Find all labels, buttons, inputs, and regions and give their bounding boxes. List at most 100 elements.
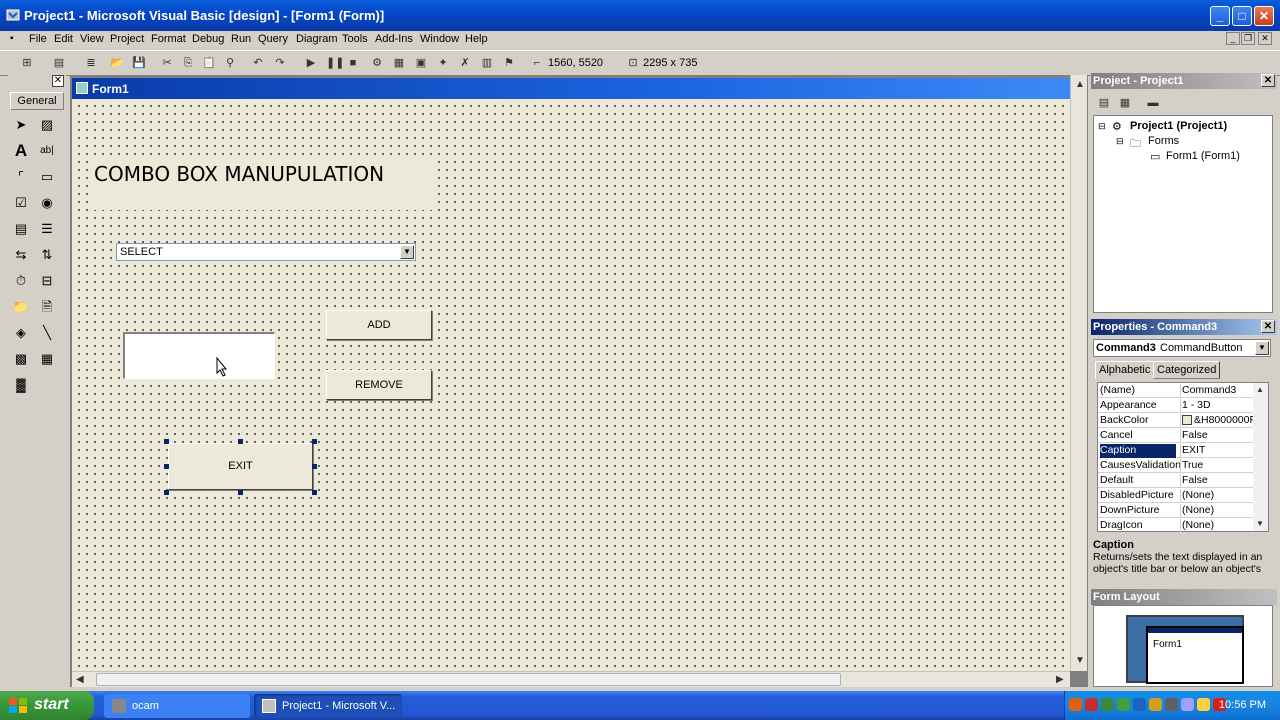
property-row[interactable]: (Name) Command3 [1098, 383, 1254, 398]
vscrollbar-tool-icon[interactable]: ⇅ [37, 245, 57, 265]
property-value[interactable]: 1 - 3D [1180, 399, 1254, 413]
commandbutton-tool-icon[interactable]: ▭ [37, 167, 57, 187]
cut-icon[interactable]: ✂ [160, 56, 174, 70]
textbox-tool-icon[interactable]: ab| [37, 141, 57, 161]
filelistbox-tool-icon[interactable]: 🗎 [37, 297, 57, 317]
vertical-scrollbar[interactable]: ▲ ▼ [1070, 75, 1087, 671]
property-row[interactable]: DisabledPicture (None) [1098, 488, 1254, 503]
property-row[interactable]: CausesValidation True [1098, 458, 1254, 473]
chevron-down-icon[interactable]: ▼ [1255, 341, 1269, 355]
maximize-button[interactable]: □ [1232, 6, 1252, 26]
tree-project-root[interactable]: Project1 (Project1) [1130, 120, 1227, 132]
undo-icon[interactable]: ↶ [251, 56, 265, 70]
paste-icon[interactable]: 📋 [202, 56, 216, 70]
frame-tool-icon[interactable]: ⌜ [11, 167, 31, 187]
label-tool-icon[interactable]: A [11, 141, 31, 161]
resize-handle[interactable] [164, 464, 169, 469]
collapse-icon[interactable]: ⊟ [1098, 121, 1106, 132]
tray-app-icon[interactable] [1117, 698, 1130, 711]
properties-window-icon[interactable]: ▦ [392, 56, 406, 70]
drivelistbox-tool-icon[interactable]: ⊟ [37, 271, 57, 291]
toolbox-close-button[interactable]: ✕ [52, 75, 64, 87]
property-value[interactable]: (None) [1180, 504, 1254, 518]
taskbar-item-vb[interactable]: Project1 - Microsoft V... [254, 694, 402, 718]
chevron-down-icon[interactable]: ▼ [400, 245, 414, 259]
menu-diagram[interactable]: Diagram [296, 33, 338, 45]
data-view-icon[interactable]: ▥ [480, 56, 494, 70]
mdi-minimize-button[interactable]: _ [1226, 32, 1240, 45]
property-value[interactable]: True [1180, 459, 1254, 473]
menu-view[interactable]: View [80, 33, 104, 45]
resize-handle[interactable] [164, 490, 169, 495]
property-row[interactable]: DragIcon (None) [1098, 518, 1254, 533]
property-value[interactable]: False [1180, 429, 1254, 443]
tray-network-icon[interactable] [1133, 698, 1146, 711]
timer-tool-icon[interactable]: ⏱ [11, 271, 31, 291]
checkbox-tool-icon[interactable]: ☑ [11, 193, 31, 213]
shape-tool-icon[interactable]: ◈ [11, 323, 31, 343]
resize-handle[interactable] [164, 439, 169, 444]
save-project-icon[interactable]: 💾 [132, 56, 146, 70]
property-row[interactable]: Cancel False [1098, 428, 1254, 443]
tray-app-icon[interactable] [1149, 698, 1162, 711]
property-value[interactable]: (None) [1180, 519, 1254, 533]
tab-categorized[interactable]: Categorized [1153, 361, 1221, 379]
menu-query[interactable]: Query [258, 33, 288, 45]
pointer-tool-icon[interactable]: ➤ [11, 115, 31, 135]
break-icon[interactable]: ❚❚ [326, 56, 344, 70]
property-scrollbar[interactable]: ▲ ▼ [1253, 383, 1268, 531]
horizontal-scroll-thumb[interactable] [96, 673, 841, 686]
property-value[interactable]: EXIT [1180, 444, 1254, 458]
tree-form1-item[interactable]: Form1 (Form1) [1166, 150, 1240, 162]
menu-help[interactable]: Help [465, 33, 488, 45]
menu-debug[interactable]: Debug [192, 33, 224, 45]
tray-app-icon[interactable] [1085, 698, 1098, 711]
remove-button[interactable]: REMOVE [326, 370, 432, 400]
tray-app-icon[interactable] [1101, 698, 1114, 711]
project-close-button[interactable]: ✕ [1261, 74, 1275, 87]
tray-app-icon[interactable] [1181, 698, 1194, 711]
ole-tool-icon[interactable]: ▓ [11, 375, 31, 395]
menu-run[interactable]: Run [231, 33, 251, 45]
start-icon[interactable]: ▶ [304, 56, 318, 70]
menu-format[interactable]: Format [151, 33, 186, 45]
add-form-icon[interactable]: ▤ [52, 56, 66, 70]
tray-app-icon[interactable] [1069, 698, 1082, 711]
scroll-up-icon[interactable]: ▲ [1075, 79, 1085, 90]
property-row[interactable]: BackColor &H8000000F [1098, 413, 1254, 428]
start-button[interactable]: start [0, 691, 94, 720]
exit-button[interactable]: EXIT [168, 443, 313, 490]
hscrollbar-tool-icon[interactable]: ⇆ [11, 245, 31, 265]
clock[interactable]: 10:56 PM [1219, 699, 1266, 711]
property-value[interactable]: False [1180, 474, 1254, 488]
view-code-icon[interactable]: ▤ [1097, 96, 1111, 110]
scroll-up-icon[interactable]: ▲ [1256, 385, 1264, 394]
picturebox-tool-icon[interactable]: ▨ [37, 115, 57, 135]
resize-handle[interactable] [312, 490, 317, 495]
menu-add-ins[interactable]: Add-Ins [375, 33, 413, 45]
scroll-down-icon[interactable]: ▼ [1256, 519, 1264, 528]
copy-icon[interactable]: ⎘ [181, 56, 195, 70]
menu-edit[interactable]: Edit [54, 33, 73, 45]
tray-volume-icon[interactable] [1197, 698, 1210, 711]
optionbutton-tool-icon[interactable]: ◉ [37, 193, 57, 213]
taskbar-item-ocam[interactable]: ocam [104, 694, 250, 718]
redo-icon[interactable]: ↷ [273, 56, 287, 70]
horizontal-scrollbar[interactable]: ◀ ▶ [72, 671, 1070, 687]
scroll-right-icon[interactable]: ▶ [1056, 674, 1064, 685]
end-icon[interactable]: ■ [346, 56, 360, 70]
open-project-icon[interactable]: 📂 [110, 56, 124, 70]
form-layout-icon[interactable]: ▣ [414, 56, 428, 70]
property-value[interactable]: Command3 [1180, 384, 1254, 398]
property-row[interactable]: DownPicture (None) [1098, 503, 1254, 518]
menu-tools[interactable]: Tools [342, 33, 368, 45]
add-project-icon[interactable]: ⊞ [20, 56, 34, 70]
object-browser-icon[interactable]: ✦ [436, 56, 450, 70]
dirlistbox-tool-icon[interactable]: 📁 [11, 297, 31, 317]
close-button[interactable]: ✕ [1254, 6, 1274, 26]
component-manager-icon[interactable]: ⚑ [502, 56, 516, 70]
property-row[interactable]: Appearance 1 - 3D [1098, 398, 1254, 413]
add-button[interactable]: ADD [326, 310, 432, 340]
scroll-left-icon[interactable]: ◀ [76, 674, 84, 685]
form-layout-window[interactable]: Form1 [1146, 626, 1244, 684]
